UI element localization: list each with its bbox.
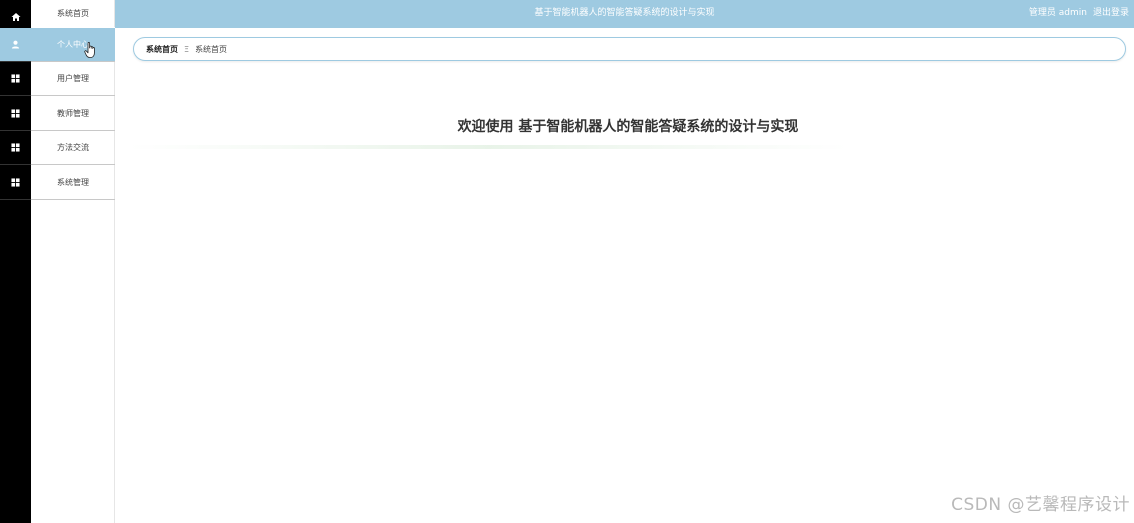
sidebar-item-users[interactable]: 用户管理 (31, 62, 115, 96)
sidebar-item-label: 用户管理 (57, 74, 89, 83)
sidebar-icon-teachers[interactable] (0, 97, 31, 131)
breadcrumb-current: 系统首页 (195, 44, 228, 54)
app-window: 系统首页 个人中心 用户管理 教师管理 方法交流 系统管理 基于智能机器人的智能… (0, 0, 1134, 523)
sidebar-item-home[interactable]: 系统首页 (31, 0, 115, 28)
sidebar-item-system[interactable]: 系统管理 (31, 166, 115, 200)
sidebar-item-methods[interactable]: 方法交流 (31, 131, 115, 165)
sidebar-icon-profile[interactable] (0, 28, 31, 62)
breadcrumb-root-link[interactable]: 系统首页 (146, 44, 178, 55)
sidebar-icon-system[interactable] (0, 166, 31, 200)
header-user-area: 管理员 admin 退出登录 (1029, 0, 1129, 28)
breadcrumb-separator-icon: Ξ (184, 44, 190, 54)
breadcrumb: 系统首页 Ξ 系统首页 (133, 37, 1126, 61)
welcome-divider (128, 145, 848, 149)
grid-icon (11, 178, 20, 187)
current-user-label: 管理员 admin (1028, 8, 1087, 18)
sidebar-item-label: 系统管理 (57, 178, 89, 187)
grid-icon (11, 143, 20, 152)
top-header: 基于智能机器人的智能答疑系统的设计与实现 管理员 admin 退出登录 (115, 0, 1134, 28)
user-icon (11, 40, 20, 49)
app-title: 基于智能机器人的智能答疑系统的设计与实现 (534, 8, 715, 18)
grid-icon (11, 109, 20, 118)
sidebar-item-profile[interactable]: 个人中心 (31, 28, 115, 62)
sidebar-icon-users[interactable] (0, 62, 31, 96)
sidebar-icon-methods[interactable] (0, 131, 31, 165)
sidebar-item-label: 方法交流 (57, 143, 89, 152)
sidebar-item-teachers[interactable]: 教师管理 (31, 97, 115, 131)
sidebar-item-label: 教师管理 (57, 109, 89, 118)
sidebar-icon-rail (0, 0, 31, 523)
sidebar-item-label: 系统首页 (57, 9, 89, 18)
hand-cursor-icon (84, 42, 95, 58)
home-icon (11, 12, 20, 21)
logout-link[interactable]: 退出登录 (1093, 0, 1129, 28)
welcome-heading: 欢迎使用 基于智能机器人的智能答疑系统的设计与实现 (457, 119, 799, 135)
grid-icon (11, 74, 20, 83)
watermark: CSDN @艺馨程序设计 (951, 495, 1130, 515)
sidebar-menu: 系统首页 个人中心 用户管理 教师管理 方法交流 系统管理 (31, 0, 115, 523)
